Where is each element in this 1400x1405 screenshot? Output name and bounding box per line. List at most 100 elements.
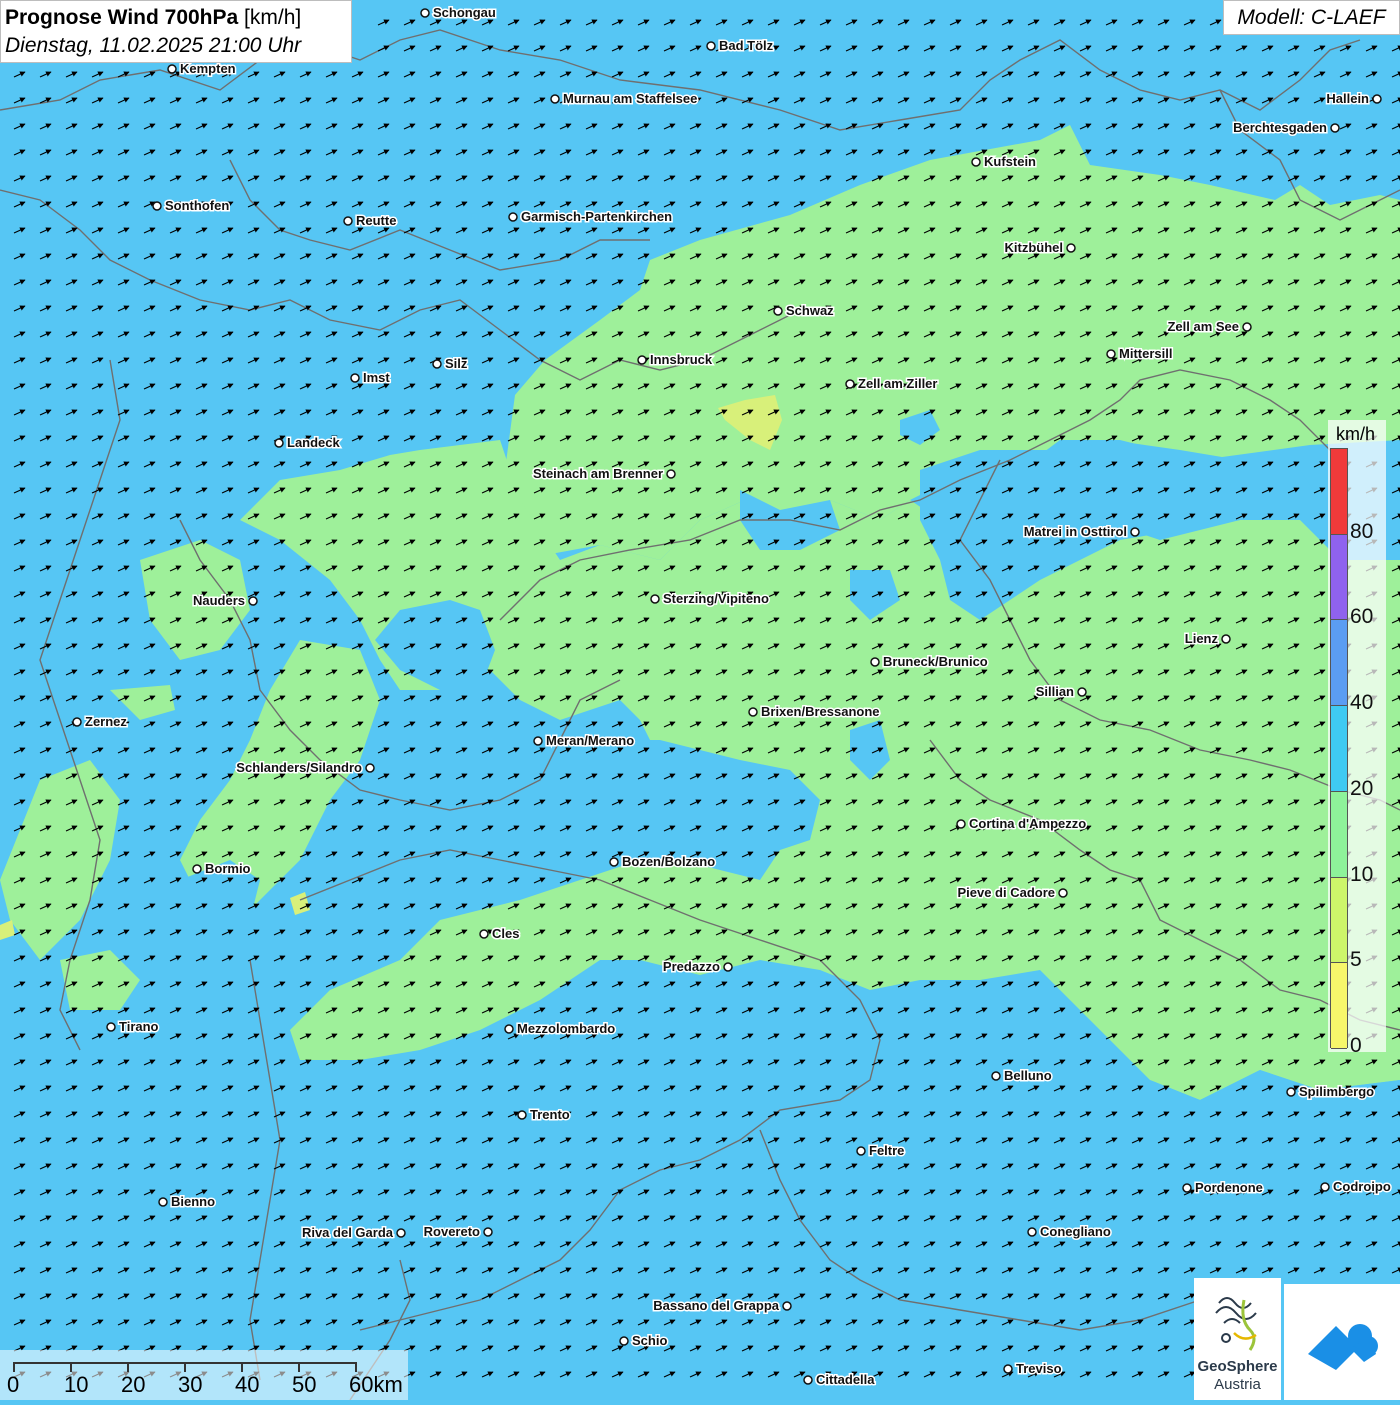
city-label: Kufstein (984, 154, 1036, 169)
legend-segment (1331, 620, 1347, 707)
scale-label: 40 (235, 1372, 260, 1397)
legend-color-bar (1330, 448, 1348, 1049)
app-logo (1284, 1284, 1400, 1400)
city-dot (365, 763, 375, 773)
city-label: Meran/Merano (546, 733, 634, 748)
city-dot (666, 469, 676, 479)
scale-label: 10 (64, 1372, 89, 1397)
city-dot (748, 707, 758, 717)
city-dot (550, 94, 560, 104)
city-label: Schlanders/Silandro (236, 760, 362, 775)
city-label: Tirano (119, 1019, 159, 1034)
city-label: Reutte (356, 213, 396, 228)
city-dot (1066, 243, 1076, 253)
city-label: Bassano del Grappa (653, 1298, 779, 1313)
city-label: Zernez (85, 714, 127, 729)
model-label: Modell: C-LAEF (1223, 0, 1400, 35)
city-dot (782, 1301, 792, 1311)
city-label: Zell am See (1167, 319, 1239, 334)
city-dot (609, 857, 619, 867)
city-label: Pordenone (1195, 1180, 1263, 1195)
city-label: Spilimbergo (1299, 1084, 1374, 1099)
legend-unit: km/h (1336, 424, 1376, 444)
city-label: Conegliano (1040, 1224, 1111, 1239)
city-dot (72, 717, 82, 727)
city-dot (650, 594, 660, 604)
city-label: Cortina d'Ampezzo (969, 816, 1086, 831)
city-label: Mittersill (1119, 346, 1172, 361)
cloud-arrow-icon (1308, 1324, 1378, 1370)
city-marker: Conegliano (1027, 1223, 1112, 1241)
city-marker: Spilimbergo (1286, 1083, 1376, 1101)
city-marker: Meran/Merano (533, 732, 636, 750)
legend-tick-label: 5 (1350, 948, 1362, 972)
city-label: Treviso (1016, 1361, 1062, 1376)
legend-segment (1331, 877, 1347, 964)
city-dot (1242, 322, 1252, 332)
city-marker: Garmisch-Partenkirchen (508, 208, 674, 226)
city-label: Landeck (287, 435, 341, 450)
city-dot (158, 1197, 168, 1207)
scale-tick (13, 1362, 15, 1372)
city-dot (167, 64, 177, 74)
city-label: Zell am Ziller (858, 376, 937, 391)
city-label: Innsbruck (650, 352, 713, 367)
city-label: Feltre (869, 1143, 904, 1158)
city-label: Bienno (171, 1194, 215, 1209)
map-title: Prognose Wind 700hPa [km/h] (5, 4, 347, 32)
city-label: Imst (363, 370, 390, 385)
city-marker: Zell am Ziller (845, 375, 939, 393)
city-marker: Pordenone (1182, 1179, 1264, 1197)
legend-tick-label: 40 (1350, 691, 1374, 715)
city-label: Kempten (180, 61, 236, 76)
city-marker: Zell am See (1166, 318, 1252, 336)
legend-segment (1331, 963, 1347, 1049)
city-dot (106, 1022, 116, 1032)
city-dot (248, 596, 258, 606)
city-marker: Sterzing/Vipiteno (650, 590, 770, 608)
scale-label: 20 (121, 1372, 146, 1397)
city-label: Silz (445, 356, 468, 371)
city-dot (706, 41, 716, 51)
city-dot (856, 1146, 866, 1156)
scale-label: 30 (178, 1372, 203, 1397)
legend-tick-label: 60 (1350, 605, 1374, 629)
city-marker: Steinach am Brenner (531, 465, 676, 483)
map-title-unit: [km/h] (244, 6, 302, 29)
city-dot (1130, 527, 1140, 537)
city-dot (1330, 123, 1340, 133)
city-dot (637, 355, 647, 365)
city-dot (1077, 687, 1087, 697)
scale-label: 50 (292, 1372, 317, 1397)
city-label: Lienz (1185, 631, 1219, 646)
city-dot (1003, 1364, 1013, 1374)
city-label: Belluno (1004, 1068, 1052, 1083)
city-label: Garmisch-Partenkirchen (521, 209, 672, 224)
city-marker: Bassano del Grappa (652, 1297, 792, 1315)
map-title-main: Prognose Wind 700hPa (5, 6, 239, 29)
city-label: Cles (492, 926, 519, 941)
city-label: Schongau (433, 5, 496, 20)
scale-label: 0 (7, 1372, 20, 1397)
city-dot (991, 1071, 1001, 1081)
city-label: Brixen/Bressanone (761, 704, 880, 719)
legend-segment (1331, 449, 1347, 535)
city-marker: Innsbruck (637, 351, 714, 369)
city-label: Sillian (1036, 684, 1074, 699)
city-label: Trento (530, 1107, 570, 1122)
scale-tick (184, 1362, 186, 1372)
city-label: Bozen/Bolzano (622, 854, 715, 869)
city-dot (619, 1336, 629, 1346)
city-marker: Riva del Garda (300, 1224, 406, 1242)
city-dot (483, 1227, 493, 1237)
city-marker: Sonthofen (152, 197, 231, 215)
city-marker: Bozen/Bolzano (609, 853, 717, 871)
city-label: Pieve di Cadore (957, 885, 1055, 900)
legend-tick-label: 10 (1350, 862, 1374, 886)
geosphere-name: GeoSphere (1197, 1358, 1278, 1375)
city-label: Schwaz (786, 303, 834, 318)
city-dot (1372, 94, 1382, 104)
geosphere-swirl-icon (1215, 1297, 1257, 1351)
legend-segment (1331, 706, 1347, 792)
city-label: Hallein (1326, 91, 1369, 106)
